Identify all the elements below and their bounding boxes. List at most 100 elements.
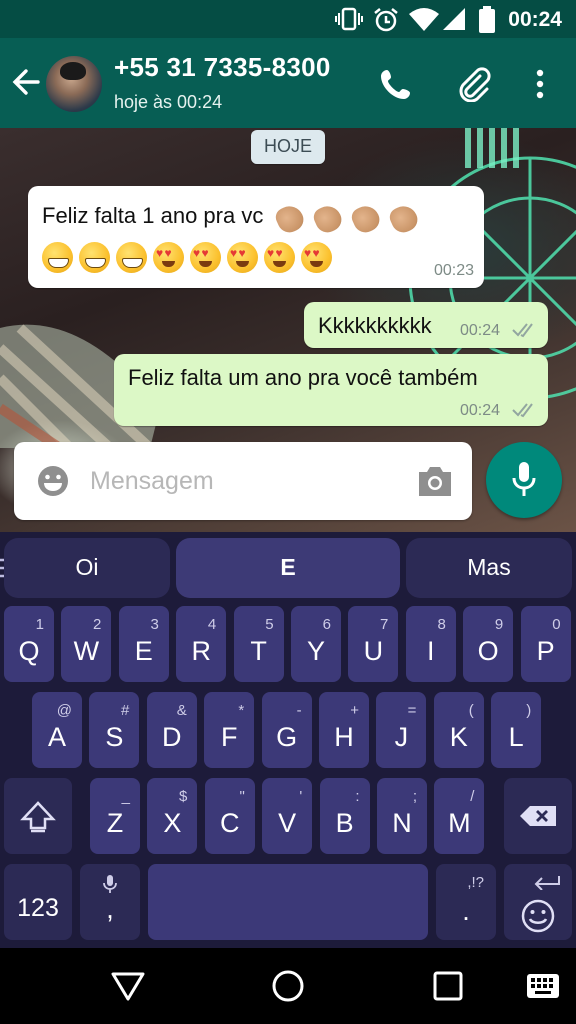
key-z[interactable]: _ Z [90,778,140,854]
key-j[interactable]: = J [376,692,427,768]
contact-avatar[interactable] [46,56,102,112]
key-secondary-label: 8 [437,616,446,633]
key-label: G [276,722,298,752]
key-e[interactable]: 3E [118,606,169,682]
double-check-icon [512,403,533,418]
key-d[interactable]: & D [146,692,197,768]
key-u[interactable]: 7U [348,606,399,682]
key-label: U [363,636,384,666]
navigation-bar [0,948,576,1024]
numbers-key-label: 123 [17,894,59,922]
message-text: Kkkkkkkkkk [318,313,432,338]
clap-emoji [349,200,383,234]
key-o[interactable]: 9O [463,606,514,682]
key-label: T [250,636,267,666]
clap-emoji [273,200,307,234]
period-key[interactable]: ,!? . [436,864,496,940]
message-time: 00:23 [433,262,474,279]
key-label: M [448,808,471,838]
key-k[interactable]: (K [433,692,484,768]
message-input[interactable] [90,462,400,500]
nav-home-icon[interactable] [270,968,306,1004]
keyboard-switch-icon[interactable] [526,972,560,1000]
message-outgoing[interactable]: Feliz falta um ano pra você também 00:24 [114,354,548,426]
heart-eyes-emoji [264,242,295,273]
status-bar: 00:24 [0,0,576,38]
key-secondary-label: ' [299,788,303,805]
key-secondary-label: $ [179,788,188,805]
attach-icon[interactable] [454,64,492,102]
suggestion-chip[interactable]: Mas [406,538,572,598]
key-m[interactable]: / M [434,778,485,854]
key-s[interactable]: # S [89,692,140,768]
grin-emoji [116,242,147,273]
key-secondary-label: 6 [322,616,331,633]
key-r[interactable]: 4R [176,606,227,682]
space-key[interactable] [148,864,428,940]
key-label: O [477,636,499,666]
key-g[interactable]: -G [261,692,312,768]
key-f[interactable]: * F [204,692,255,768]
camera-icon[interactable] [416,464,454,498]
message-incoming[interactable]: Feliz falta 1 ano pra vc 00:23 [28,186,484,288]
shift-icon [20,801,56,833]
heart-eyes-emoji [190,242,221,273]
key-secondary-label: ; [412,788,417,805]
key-l[interactable]: ) L [491,692,542,768]
signal-icon [443,8,465,30]
shift-key[interactable] [4,778,72,854]
back-arrow-icon[interactable] [8,64,44,100]
key-a[interactable]: @ A [32,692,82,768]
backspace-icon [520,806,556,826]
key-i[interactable]: 8I [405,606,456,682]
key-y[interactable]: 6Y [291,606,341,682]
suggestion-chip[interactable]: E [176,538,400,598]
chat-header: +55 31 7335-8300 hoje às 00:24 [0,38,576,128]
clap-emoji [387,200,421,234]
grin-emoji [79,242,110,273]
key-label: Q [18,636,40,666]
key-c[interactable]: " C [204,778,255,854]
mic-icon [512,462,536,496]
key-secondary-label: 2 [93,616,102,633]
message-text-line: Feliz falta 1 ano pra vc [42,200,421,234]
key-b[interactable]: :B [319,778,370,854]
enter-key[interactable] [504,864,572,940]
key-p[interactable]: 0P [520,606,571,682]
battery-icon [479,6,495,33]
numbers-key[interactable]: 123 [4,864,72,940]
key-secondary-label: # [121,702,130,719]
key-q[interactable]: 1Q [4,606,54,682]
message-outgoing[interactable]: Kkkkkkkkkk 00:24 [304,302,548,348]
nav-recents-icon[interactable] [432,970,464,1002]
key-secondary-label: " [239,788,245,805]
emoji-icon[interactable] [36,464,70,498]
key-secondary-label: 9 [494,616,504,633]
key-w[interactable]: 2W [61,606,112,682]
key-secondary-label: 1 [35,616,44,633]
message-time: 00:24 [460,322,501,339]
suggestion-chip[interactable]: Oi [4,538,170,598]
key-x[interactable]: $ X [147,778,198,854]
key-secondary-label: / [470,788,475,805]
key-label: J [394,722,409,752]
backspace-key[interactable] [504,778,572,854]
contact-name[interactable]: +55 31 7335-8300 [114,52,331,83]
key-t[interactable]: 5T [233,606,284,682]
key-secondary-label: 4 [207,616,217,633]
nav-back-icon[interactable] [110,970,146,1002]
key-label: I [427,636,435,666]
more-vert-icon[interactable] [528,66,552,102]
key-secondary-label: & [176,702,187,719]
phone-icon[interactable] [378,66,414,102]
comma-key[interactable]: , [80,864,140,940]
last-seen-status: hoje às 00:24 [114,92,223,112]
key-secondary-label: ) [526,702,532,719]
key-label: B [335,808,354,838]
key-h[interactable]: + H [319,692,369,768]
key-n[interactable]: ; N [377,778,427,854]
mic-button[interactable] [486,442,562,518]
key-label: Z [106,808,124,838]
heart-eyes-emoji [153,242,184,273]
key-v[interactable]: ' V [262,778,313,854]
